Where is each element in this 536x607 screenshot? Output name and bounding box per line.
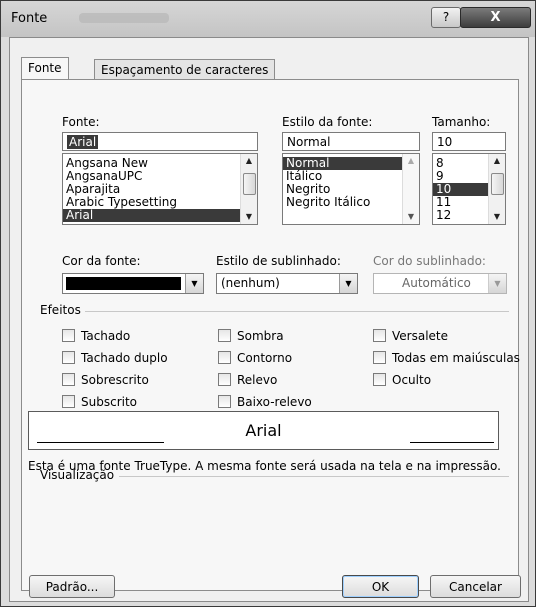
- cancel-button[interactable]: Cancelar: [430, 575, 521, 598]
- scroll-down-icon[interactable]: ▼: [241, 210, 257, 224]
- chevron-down-icon[interactable]: ▼: [185, 274, 203, 293]
- close-button[interactable]: X: [460, 7, 531, 28]
- size-list-scrollbar[interactable]: ▲ ▼: [488, 154, 505, 224]
- style-label: Estilo da fonte:: [282, 115, 373, 129]
- effect-checkbox-contorno[interactable]: Contorno: [218, 351, 292, 366]
- title-obscured-text: [79, 13, 169, 23]
- checkbox-box[interactable]: [62, 329, 75, 342]
- preview-sample-text: Arial: [245, 421, 282, 440]
- scroll-thumb[interactable]: [243, 173, 256, 195]
- size-input-value: 10: [437, 135, 453, 149]
- underline-style-dropdown[interactable]: (nenhum) ▼: [216, 273, 358, 294]
- style-list-item[interactable]: Negrito Itálico: [283, 196, 419, 209]
- scroll-down-icon[interactable]: ▼: [489, 210, 505, 224]
- underline-color-value: Automático: [402, 276, 471, 290]
- checkbox-label: Sobrescrito: [81, 373, 149, 387]
- window-title: Fonte: [11, 11, 48, 26]
- font-info-text: Esta é uma fonte TrueType. A mesma fonte…: [28, 459, 501, 473]
- effect-checkbox-sombra[interactable]: Sombra: [218, 329, 284, 344]
- effect-checkbox-relevo[interactable]: Relevo: [218, 373, 277, 388]
- checkbox-label: Baixo-relevo: [237, 395, 312, 409]
- help-button[interactable]: ?: [431, 7, 461, 28]
- size-label: Tamanho:: [432, 115, 491, 129]
- underline-color-label: Cor do sublinhado:: [373, 254, 486, 268]
- tab-espacamento-label: Espaçamento de caracteres: [101, 63, 269, 77]
- underline-style-value: (nenhum): [221, 276, 280, 290]
- style-input-value: Normal: [287, 135, 331, 149]
- font-color-swatch: [66, 277, 181, 290]
- checkbox-label: Subscrito: [81, 395, 138, 409]
- size-listbox[interactable]: 8 9 10 11 12 ▲ ▼: [432, 153, 506, 225]
- tab-fonte[interactable]: Fonte: [21, 57, 69, 80]
- checkbox-box[interactable]: [218, 395, 231, 408]
- checkbox-box[interactable]: [62, 373, 75, 386]
- preview-right-line: [410, 442, 494, 443]
- checkbox-box[interactable]: [218, 351, 231, 364]
- chevron-down-icon[interactable]: ▼: [488, 274, 506, 293]
- checkbox-box[interactable]: [62, 395, 75, 408]
- tab-panel-fonte: Fonte: Arial Angsana New AngsanaUPC Aparaj…: [21, 79, 520, 591]
- scroll-down-icon[interactable]: ▼: [403, 210, 419, 224]
- font-color-label: Cor da fonte:: [62, 254, 141, 268]
- style-list-scrollbar[interactable]: ▲ ▼: [402, 154, 419, 224]
- font-label: Fonte:: [62, 115, 100, 129]
- checkbox-label: Contorno: [237, 351, 293, 365]
- effect-checkbox-subscrito[interactable]: Subscrito: [62, 395, 137, 410]
- effect-checkbox-versalete[interactable]: Versalete: [373, 329, 448, 344]
- checkbox-box[interactable]: [218, 329, 231, 342]
- ok-button[interactable]: OK: [342, 575, 419, 598]
- checkbox-box[interactable]: [373, 351, 386, 364]
- title-bar[interactable]: Fonte ? X: [1, 1, 535, 37]
- default-button[interactable]: Padrão...: [29, 575, 115, 598]
- effect-checkbox-sobrescrito[interactable]: Sobrescrito: [62, 373, 149, 388]
- effect-checkbox-tachado-duplo[interactable]: Tachado duplo: [62, 351, 168, 366]
- scroll-up-icon[interactable]: ▲: [489, 154, 505, 168]
- scroll-up-icon[interactable]: ▲: [403, 154, 419, 168]
- preview-box: Arial: [28, 411, 499, 450]
- font-list-scrollbar[interactable]: ▲ ▼: [240, 154, 257, 224]
- size-input[interactable]: 10: [432, 132, 506, 151]
- effect-checkbox-baixo-relevo[interactable]: Baixo-relevo: [218, 395, 312, 410]
- dialog-client-area: Fonte Espaçamento de caracteres Fonte: A…: [9, 37, 529, 602]
- font-dialog: Fonte ? X Fonte Espaçamento de caractere…: [0, 0, 536, 607]
- tab-fonte-label: Fonte: [28, 61, 62, 75]
- font-listbox[interactable]: Angsana New AngsanaUPC Aparajita Arabic Typ…: [62, 153, 258, 225]
- checkbox-box[interactable]: [373, 329, 386, 342]
- effect-checkbox-oculto[interactable]: Oculto: [373, 373, 431, 388]
- effects-divider: [62, 311, 509, 312]
- effect-checkbox-tachado[interactable]: Tachado: [62, 329, 130, 344]
- font-color-dropdown[interactable]: ▼: [62, 273, 204, 294]
- underline-color-dropdown[interactable]: Automático ▼: [373, 273, 507, 294]
- chevron-down-icon[interactable]: ▼: [339, 274, 357, 293]
- font-list-item[interactable]: Arial: [63, 209, 257, 222]
- preview-left-line: [37, 442, 164, 443]
- effects-label: Efeitos: [40, 303, 85, 317]
- scroll-thumb[interactable]: [491, 173, 504, 195]
- checkbox-label: Oculto: [392, 373, 432, 387]
- checkbox-box[interactable]: [62, 351, 75, 364]
- checkbox-label: Tachado: [81, 329, 131, 343]
- effect-checkbox-todas-em-maiúsculas[interactable]: Todas em maiúsculas: [373, 351, 520, 366]
- checkbox-box[interactable]: [218, 373, 231, 386]
- checkbox-label: Tachado duplo: [81, 351, 168, 365]
- checkbox-box[interactable]: [373, 373, 386, 386]
- checkbox-label: Sombra: [237, 329, 284, 343]
- style-input[interactable]: Normal: [282, 132, 420, 151]
- checkbox-label: Todas em maiúsculas: [392, 351, 520, 365]
- font-input-value: Arial: [67, 135, 99, 149]
- underline-style-label: Estilo de sublinhado:: [216, 254, 341, 268]
- tab-espacamento[interactable]: Espaçamento de caracteres: [94, 59, 276, 80]
- checkbox-label: Relevo: [237, 373, 278, 387]
- font-input[interactable]: Arial: [62, 132, 258, 151]
- style-listbox[interactable]: Normal Itálico Negrito Negrito Itálico ▲ ▼: [282, 153, 420, 225]
- scroll-up-icon[interactable]: ▲: [241, 154, 257, 168]
- preview-divider: [119, 476, 509, 477]
- checkbox-label: Versalete: [392, 329, 449, 343]
